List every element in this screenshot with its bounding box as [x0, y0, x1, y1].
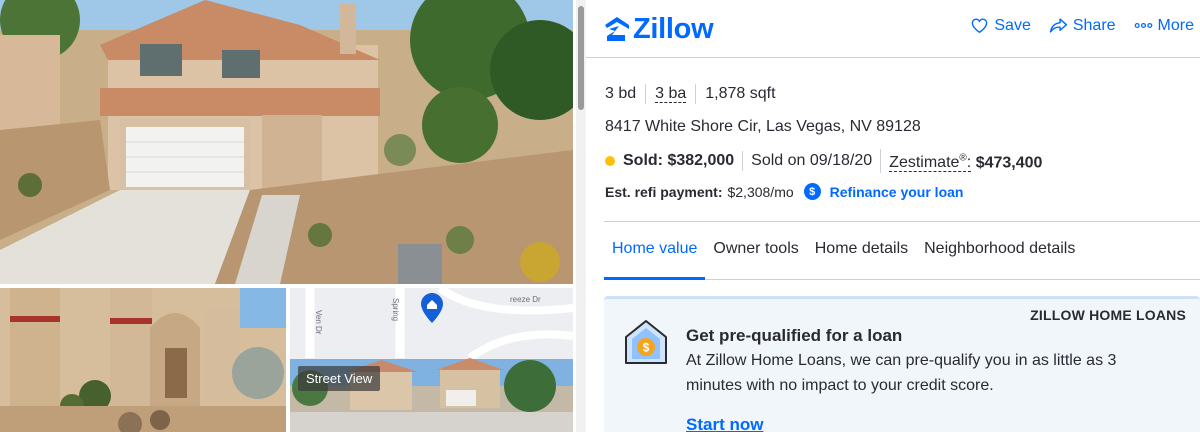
house-dollar-icon-symbol: $	[643, 341, 650, 355]
entry-photo[interactable]	[0, 288, 286, 432]
beds-count: 3 bd	[605, 85, 637, 102]
more-label: More	[1157, 16, 1194, 34]
baths-count-wrapper: 3 ba	[645, 84, 695, 104]
scrollbar-thumb[interactable]	[578, 6, 584, 110]
property-address: 8417 White Shore Cir, Las Vegas, NV 8912…	[605, 118, 921, 135]
sold-price: Sold: $382,000	[623, 152, 735, 170]
share-icon	[1049, 18, 1067, 33]
house-dollar-icon: $	[624, 319, 668, 365]
refinance-loan-link[interactable]: Refinance your loan	[830, 184, 964, 200]
heart-icon	[972, 18, 988, 34]
tab-home-details[interactable]: Home details	[807, 222, 916, 280]
tab-home-value[interactable]: Home value	[604, 222, 706, 280]
svg-text:reeze Dr: reeze Dr	[510, 295, 541, 304]
tab-owner-tools[interactable]: Owner tools	[705, 222, 806, 280]
header: Zillow Save Share More	[586, 0, 1200, 58]
sold-date: Sold on 09/18/20	[742, 151, 880, 172]
home-loans-card: ZILLOW HOME LOANS $ Get pre-qualified fo…	[604, 296, 1200, 432]
baths-count[interactable]: 3 ba	[655, 85, 687, 103]
map-pin-icon[interactable]	[421, 293, 443, 323]
svg-text:Ven Dr: Ven Dr	[314, 310, 323, 335]
home-facts: 3 bd 3 ba 1,878 sqft	[605, 84, 785, 104]
refi-payment-value: $2,308/mo	[727, 183, 794, 200]
zestimate-value: $473,400	[975, 154, 1043, 172]
logo-text: Zillow	[633, 12, 714, 45]
home-loans-brand: ZILLOW HOME LOANS	[1030, 307, 1186, 323]
square-footage: 1,878 sqft	[695, 84, 784, 104]
tab-neighborhood-details[interactable]: Neighborhood details	[916, 222, 1083, 280]
start-now-link[interactable]: Start now	[686, 415, 763, 432]
sold-status-dot	[605, 156, 615, 167]
street-view-label[interactable]: Street View	[298, 366, 381, 391]
share-label: Share	[1072, 16, 1116, 34]
detail-tabs: Home value Owner tools Home details Neig…	[604, 222, 1200, 280]
loan-card-title: Get pre-qualified for a loan	[686, 326, 903, 345]
zestimate-colon: :	[966, 154, 972, 172]
refi-payment-label: Est. refi payment:	[605, 183, 723, 200]
loan-card-description: At Zillow Home Loans, we can pre-qualify…	[686, 352, 1117, 394]
listing-details-panel: Zillow Save Share More 3 bd 3 ba 1,878 s…	[586, 0, 1200, 432]
more-button[interactable]: More	[1134, 16, 1194, 35]
refinance-row: Est. refi payment: $2,308/mo $ Refinance…	[605, 183, 963, 200]
zestimate-registered-mark: ®	[959, 153, 967, 164]
photo-gallery: Ven Dr Spring reeze Dr Street View	[0, 0, 576, 432]
zillow-house-logo-icon	[605, 17, 629, 41]
save-button[interactable]: Save	[970, 16, 1031, 35]
more-dots-icon	[1134, 22, 1152, 29]
zillow-logo[interactable]: Zillow	[604, 12, 714, 46]
main-house-photo[interactable]	[0, 0, 573, 284]
zestimate: Zestimate®: $473,400	[880, 149, 1050, 174]
zestimate-label: Zestimate	[889, 154, 960, 172]
map-street-view-tile[interactable]: Ven Dr Spring reeze Dr	[290, 288, 573, 432]
zestimate-label-link[interactable]: Zestimate®:	[889, 153, 972, 173]
header-actions: Save Share More	[970, 16, 1194, 35]
sale-status-row: Sold: $382,000 Sold on 09/18/20 Zestimat…	[605, 149, 1050, 174]
share-button[interactable]: Share	[1049, 16, 1116, 35]
save-label: Save	[994, 16, 1031, 34]
photo-scrollbar[interactable]	[576, 0, 586, 432]
svg-text:Spring: Spring	[391, 298, 400, 321]
dollar-coin-icon: $	[803, 183, 821, 200]
